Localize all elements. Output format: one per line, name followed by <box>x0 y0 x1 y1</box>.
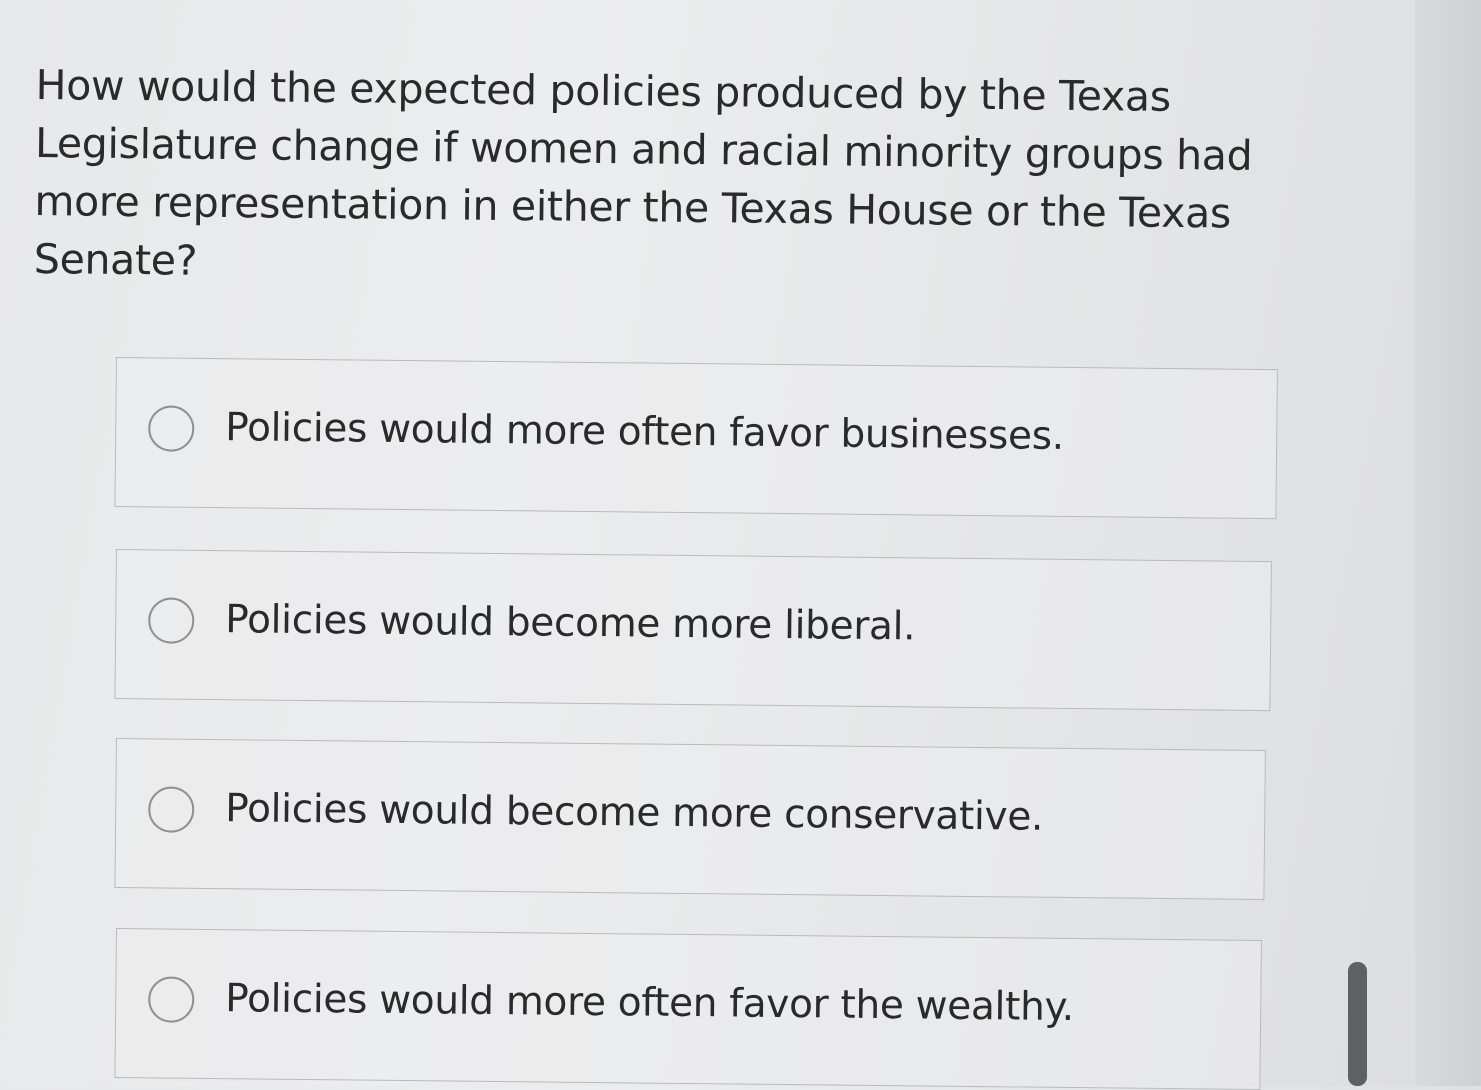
scrollbar-thumb[interactable] <box>1348 962 1367 1086</box>
radio-button-unselected-icon[interactable] <box>148 597 195 644</box>
answer-option-label: Policies would become more liberal. <box>225 597 916 650</box>
answer-option-b[interactable]: Policies would become more liberal. <box>114 549 1272 712</box>
answer-option-label: Policies would become more conservative. <box>225 786 1044 840</box>
radio-button-unselected-icon[interactable] <box>148 405 195 452</box>
page-edge-strip <box>1415 0 1481 1086</box>
radio-button-unselected-icon[interactable] <box>148 976 195 1023</box>
radio-button-unselected-icon[interactable] <box>148 786 195 833</box>
answer-option-a[interactable]: Policies would more often favor business… <box>114 357 1278 520</box>
answer-option-c[interactable]: Policies would become more conservative. <box>114 738 1266 901</box>
answer-option-label: Policies would more often favor business… <box>225 405 1065 459</box>
question-text: How would the expected policies produced… <box>33 60 1253 285</box>
answer-option-label: Policies would more often favor the weal… <box>225 976 1075 1031</box>
answer-option-d[interactable]: Policies would more often favor the weal… <box>114 928 1262 1090</box>
